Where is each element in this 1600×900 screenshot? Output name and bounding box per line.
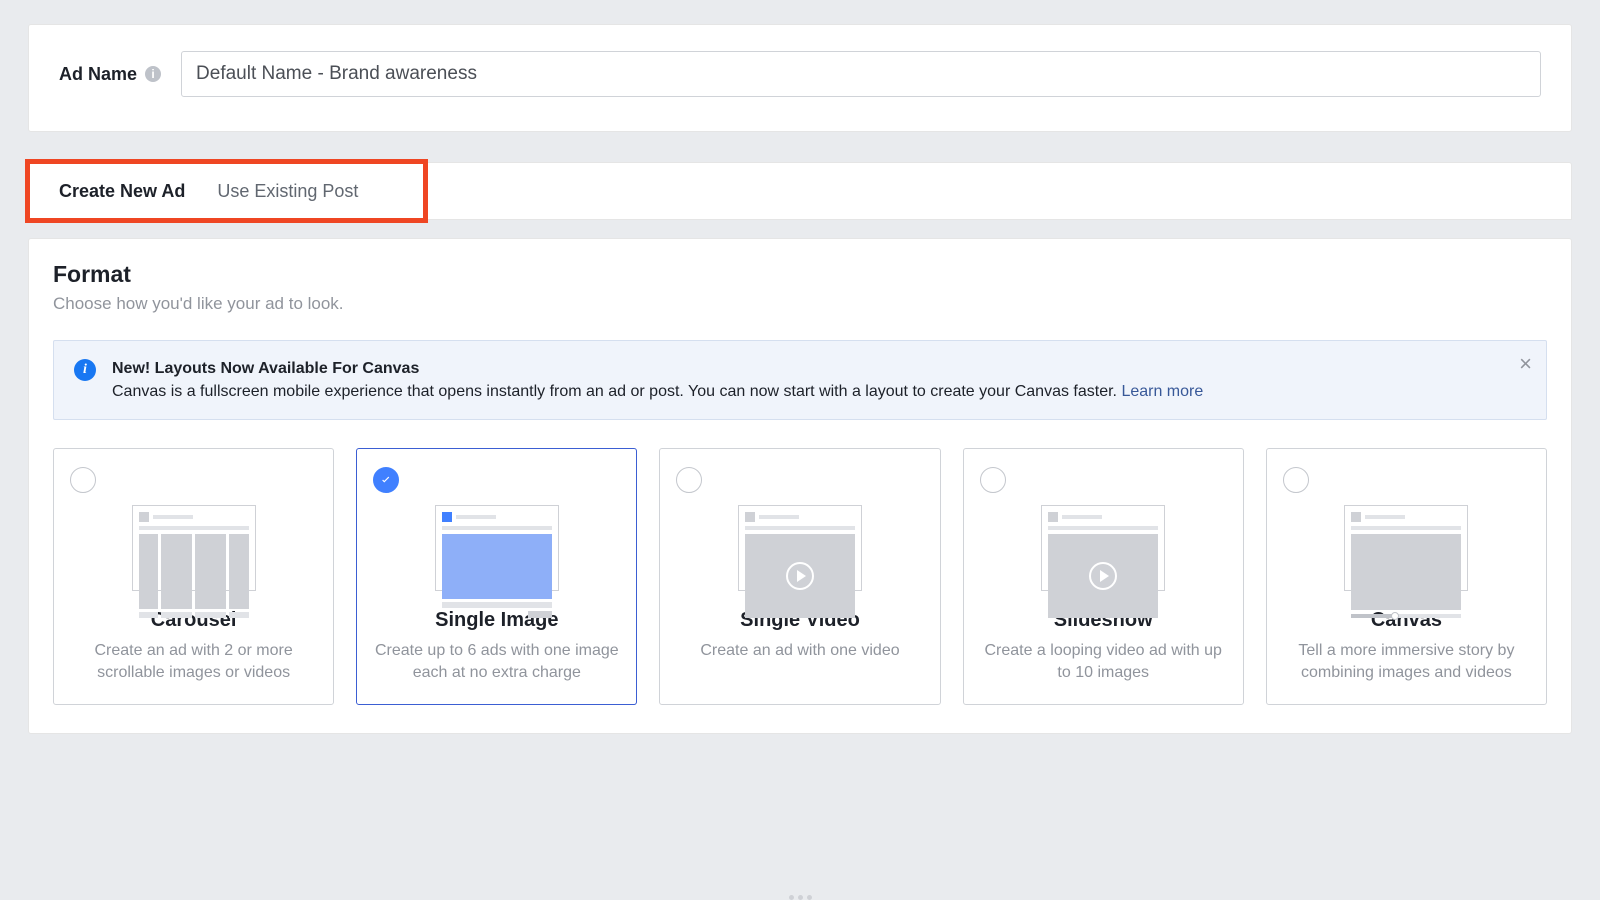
tab-label: Create New Ad: [59, 181, 185, 202]
preview-slideshow: [1041, 505, 1165, 591]
tab-create-new-ad[interactable]: Create New Ad: [43, 163, 201, 219]
format-options: Carousel Create an ad with 2 or more scr…: [53, 448, 1547, 704]
radio-checked-icon: [373, 467, 399, 493]
option-desc: Create a looping video ad with up to 10 …: [980, 640, 1227, 683]
tab-label: Use Existing Post: [217, 181, 358, 202]
radio-icon: [70, 467, 96, 493]
format-card: Format Choose how you'd like your ad to …: [28, 238, 1572, 734]
learn-more-link[interactable]: Learn more: [1121, 383, 1203, 400]
info-icon: i: [74, 359, 96, 381]
tab-use-existing-post[interactable]: Use Existing Post: [201, 163, 374, 219]
play-icon: [786, 562, 814, 590]
radio-icon: [1283, 467, 1309, 493]
ad-name-label: Ad Name i: [59, 64, 161, 85]
format-subtitle: Choose how you'd like your ad to look.: [53, 294, 1547, 314]
option-slideshow[interactable]: Slideshow Create a looping video ad with…: [963, 448, 1244, 704]
help-icon[interactable]: i: [145, 66, 161, 82]
preview-carousel: [132, 505, 256, 591]
info-banner: i New! Layouts Now Available For Canvas …: [53, 340, 1547, 420]
tabs-card: Create New Ad Use Existing Post: [28, 162, 1572, 220]
option-desc: Create an ad with 2 or more scrollable i…: [70, 640, 317, 683]
ad-name-input[interactable]: [181, 51, 1541, 97]
info-heading: New! Layouts Now Available For Canvas: [112, 360, 419, 377]
play-icon: [1089, 562, 1117, 590]
radio-icon: [980, 467, 1006, 493]
option-desc: Create up to 6 ads with one image each a…: [373, 640, 620, 683]
ad-name-card: Ad Name i: [28, 24, 1572, 132]
info-text: New! Layouts Now Available For Canvas Ca…: [112, 357, 1203, 403]
format-title: Format: [53, 261, 1547, 288]
close-icon[interactable]: ×: [1519, 353, 1532, 375]
slideshow-dots-icon: [0, 895, 1600, 900]
radio-icon: [676, 467, 702, 493]
preview-single-image: [435, 505, 559, 591]
preview-single-video: [738, 505, 862, 591]
option-canvas[interactable]: Canvas Tell a more immersive story by co…: [1266, 448, 1547, 704]
option-desc: Create an ad with one video: [676, 640, 923, 662]
option-desc: Tell a more immersive story by combining…: [1283, 640, 1530, 683]
preview-canvas: [1344, 505, 1468, 591]
ad-name-label-text: Ad Name: [59, 64, 137, 85]
info-body: Canvas is a fullscreen mobile experience…: [112, 383, 1121, 400]
tabs: Create New Ad Use Existing Post: [29, 163, 1571, 219]
option-single-image[interactable]: Single Image Create up to 6 ads with one…: [356, 448, 637, 704]
option-carousel[interactable]: Carousel Create an ad with 2 or more scr…: [53, 448, 334, 704]
option-single-video[interactable]: Single Video Create an ad with one video: [659, 448, 940, 704]
